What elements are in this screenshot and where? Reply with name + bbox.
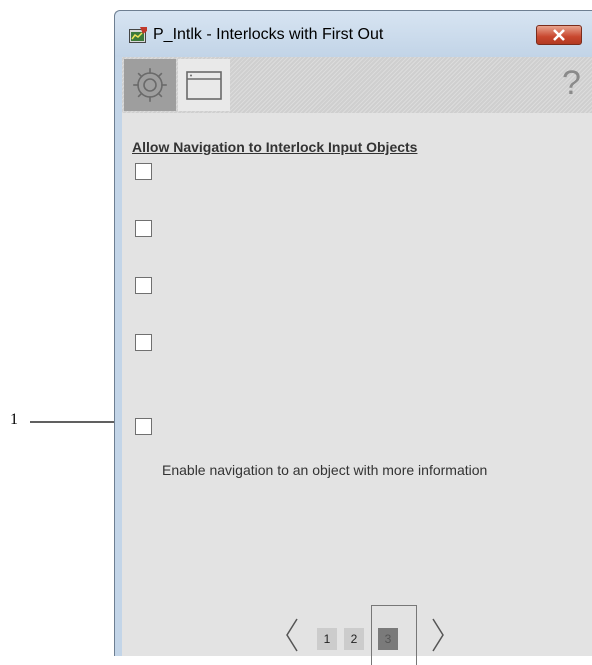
navigation-checkbox-2[interactable] [135,220,152,237]
window-tab[interactable] [178,59,230,111]
faceplate-toolbar: ? [122,57,592,113]
navigation-checkbox-3[interactable] [135,277,152,294]
section-title: Allow Navigation to Interlock Input Obje… [132,139,418,155]
close-button[interactable] [536,25,582,45]
navigation-checkbox-4[interactable] [135,334,152,351]
navigation-checkbox-1[interactable] [135,163,152,180]
title-bar[interactable]: P_Intlk - Interlocks with First Out [115,11,592,57]
page-1-button[interactable]: 1 [317,628,337,650]
help-icon[interactable]: ? [562,61,581,105]
page-3-button[interactable]: 3 [378,628,398,650]
engineering-tab[interactable] [124,59,176,111]
faceplate-content: ? Allow Navigation to Interlock Input Ob… [122,57,592,665]
faceplate-app-icon [129,27,147,43]
window-title: P_Intlk - Interlocks with First Out [153,26,384,43]
faceplate-window: P_Intlk - Interlocks with First Out ? Al… [114,10,592,665]
chevron-left-icon[interactable] [282,615,302,655]
gear-icon [133,68,167,102]
window-icon [186,71,222,100]
enable-navigation-checkbox[interactable] [135,418,152,435]
page-2-button[interactable]: 2 [344,628,364,650]
chevron-right-icon[interactable] [428,615,448,655]
callout-number: 1 [10,411,18,428]
enable-navigation-label: Enable navigation to an object with more… [162,462,488,478]
close-icon [553,29,565,41]
